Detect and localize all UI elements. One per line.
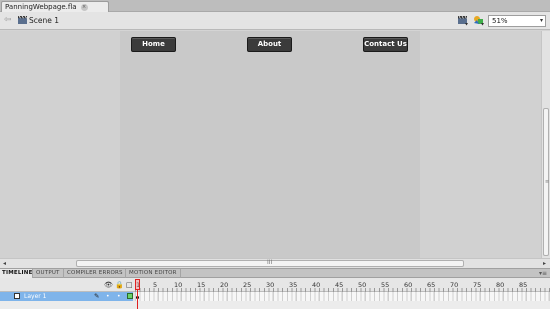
tab-output[interactable]: OUTPUT bbox=[34, 269, 64, 278]
document-tab[interactable]: PanningWebpage.fla × bbox=[1, 1, 109, 12]
zoom-value: 51% bbox=[492, 17, 508, 25]
panel-tab-bar: TIMELINE OUTPUT COMPILER ERRORS MOTION E… bbox=[0, 268, 550, 278]
outline-color-chip[interactable] bbox=[127, 293, 133, 299]
layer-name-cell[interactable]: Layer 1 ✎ • • bbox=[0, 292, 133, 301]
edit-bar: ⇦ Scene 1 51% ▾ bbox=[0, 12, 550, 30]
tab-compiler-errors[interactable]: COMPILER ERRORS bbox=[65, 269, 126, 278]
about-button[interactable]: About bbox=[247, 37, 292, 52]
scene-label[interactable]: Scene 1 bbox=[29, 16, 59, 25]
lock-dot[interactable]: • bbox=[117, 292, 121, 301]
home-button[interactable]: Home bbox=[131, 37, 176, 52]
playhead[interactable] bbox=[135, 279, 140, 290]
scroll-right-icon[interactable]: ▸ bbox=[543, 260, 546, 267]
grip-icon: III bbox=[267, 259, 273, 266]
timeline-panel: 👁 🔒 □ 1 5 10 15 20 25 30 35 40 45 50 55 … bbox=[0, 278, 550, 309]
layer-row[interactable]: Layer 1 ✎ • • bbox=[0, 292, 550, 301]
visibility-dot[interactable]: • bbox=[106, 292, 110, 301]
contact-us-button[interactable]: Contact Us bbox=[363, 37, 408, 52]
timeline-empty-area bbox=[0, 301, 550, 309]
clapperboard-icon bbox=[18, 16, 27, 24]
playhead-line bbox=[137, 290, 138, 309]
tab-timeline[interactable]: TIMELINE bbox=[0, 269, 33, 278]
tab-motion-editor[interactable]: MOTION EDITOR bbox=[127, 269, 181, 278]
layer-icon bbox=[14, 293, 20, 299]
close-icon[interactable]: × bbox=[80, 3, 88, 11]
edit-scene-icon[interactable] bbox=[457, 15, 469, 26]
flash-editor-window: PanningWebpage.fla × ⇦ Scene 1 51% ▾ Hom… bbox=[0, 0, 550, 309]
scroll-left-icon[interactable]: ◂ bbox=[3, 260, 6, 267]
horizontal-scrollbar[interactable]: ◂ III ▸ bbox=[0, 258, 550, 268]
grip-icon: ≡ bbox=[545, 179, 550, 185]
pasteboard[interactable]: Home About Contact Us bbox=[0, 31, 541, 258]
vertical-scrollbar[interactable]: ≡ bbox=[541, 31, 550, 258]
frame-cells[interactable] bbox=[135, 292, 550, 301]
horizontal-scroll-thumb[interactable]: III bbox=[76, 259, 464, 267]
timeline-header: 👁 🔒 □ 1 5 10 15 20 25 30 35 40 45 50 55 … bbox=[0, 278, 550, 292]
layer-name[interactable]: Layer 1 bbox=[24, 292, 46, 301]
chevron-down-icon: ▾ bbox=[539, 17, 543, 24]
back-arrow-icon[interactable]: ⇦ bbox=[4, 15, 12, 25]
zoom-select[interactable]: 51% ▾ bbox=[488, 15, 546, 27]
document-tab-bar: PanningWebpage.fla × bbox=[0, 0, 550, 12]
pencil-icon: ✎ bbox=[94, 292, 100, 300]
document-tab-title: PanningWebpage.fla bbox=[5, 3, 77, 11]
edit-symbols-icon[interactable] bbox=[473, 15, 485, 26]
vertical-scroll-thumb[interactable]: ≡ bbox=[543, 108, 549, 256]
lock-icon[interactable]: 🔒 bbox=[115, 281, 124, 289]
outline-icon[interactable]: □ bbox=[126, 281, 133, 289]
panel-menu-icon[interactable]: ▾≡ bbox=[539, 269, 547, 278]
eye-icon[interactable]: 👁 bbox=[104, 281, 113, 289]
stage[interactable]: Home About Contact Us bbox=[120, 31, 420, 258]
